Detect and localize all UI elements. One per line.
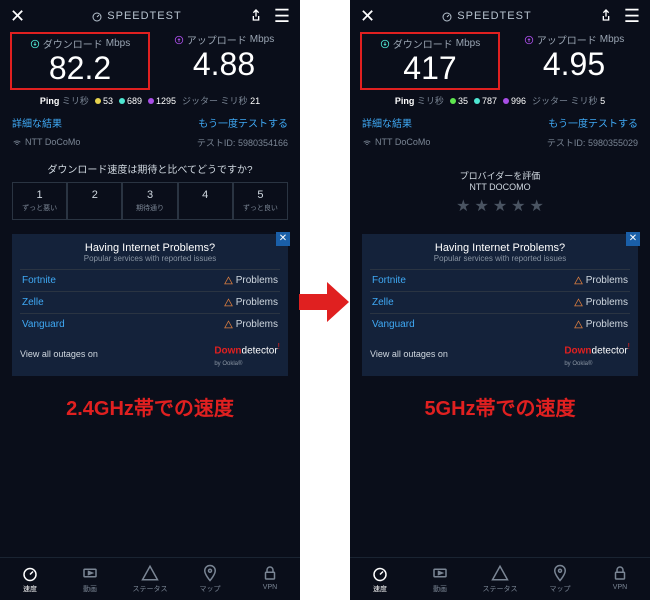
isp-row: NTT DoCoMo テストID: 5980355029: [350, 134, 650, 155]
ad-service-row[interactable]: Fortnite Problems: [20, 269, 280, 291]
ad-service-row[interactable]: Fortnite Problems: [370, 269, 630, 291]
provider-eval-label: プロバイダーを評価 NTT DOCOMO: [350, 169, 650, 192]
links-row: 詳細な結果 もう一度テストする: [0, 111, 300, 134]
ad-service-row[interactable]: Vanguard Problems: [370, 313, 630, 335]
ad-subtitle: Popular services with reported issues: [20, 254, 280, 263]
links-row: 詳細な結果 もう一度テストする: [350, 111, 650, 134]
topbar: ✕ SPEEDTEST ☰: [350, 0, 650, 32]
download-result: ダウンロード Mbps 417: [360, 32, 500, 90]
star-icon: ★: [474, 196, 488, 216]
share-icon[interactable]: [248, 8, 264, 24]
detail-link[interactable]: 詳細な結果: [12, 115, 62, 130]
ping-row: Ping ミリ秒 35 787 996 ジッター ミリ秒 5: [350, 90, 650, 111]
download-value: 417: [364, 51, 496, 86]
nav-video[interactable]: 動画: [410, 564, 470, 594]
menu-icon[interactable]: ☰: [274, 6, 290, 27]
survey-question: ダウンロード速度は期待と比べてどうですか?: [0, 161, 300, 176]
downdetector-logo[interactable]: Downdetector!by Ookla®: [564, 341, 630, 367]
bottom-nav: 速度 動画 ステータス マップ VPN: [0, 557, 300, 600]
upload-result: アップロード Mbps 4.95: [508, 32, 640, 90]
downdetector-logo[interactable]: Downdetector!by Ookla®: [214, 341, 280, 367]
ad-service-row[interactable]: Vanguard Problems: [20, 313, 280, 335]
provider-rating: プロバイダーを評価 NTT DOCOMO ★★★★★: [350, 155, 650, 224]
star-icon: ★: [456, 196, 470, 216]
rating-row: 1ずっと悪い 2 3期待通り 4 5ずっと良い: [0, 182, 300, 220]
star-icon: ★: [493, 196, 507, 216]
retest-link[interactable]: もう一度テストする: [548, 115, 638, 130]
upload-result: アップロード Mbps 4.88: [158, 32, 290, 90]
ad-title: Having Internet Problems?: [20, 242, 280, 254]
download-result: ダウンロード Mbps 82.2: [10, 32, 150, 90]
brand-logo: SPEEDTEST: [375, 10, 598, 22]
topbar: ✕ SPEEDTEST ☰: [0, 0, 300, 32]
brand-logo: SPEEDTEST: [25, 10, 248, 22]
panel-caption: 2.4GHz帯での速度: [0, 386, 300, 425]
ad-box: ✕ Having Internet Problems? Popular serv…: [362, 234, 638, 375]
panel-caption: 5GHz帯での速度: [350, 386, 650, 425]
ad-close-icon[interactable]: ✕: [626, 232, 640, 246]
speed-results: ダウンロード Mbps 417 アップロード Mbps 4.95: [350, 32, 650, 90]
nav-vpn[interactable]: VPN: [590, 564, 650, 594]
nav-status[interactable]: ステータス: [120, 564, 180, 594]
star-rating[interactable]: ★★★★★: [350, 192, 650, 220]
ad-service-row[interactable]: Zelle Problems: [370, 291, 630, 313]
rating-4[interactable]: 4: [178, 182, 233, 220]
ad-title: Having Internet Problems?: [370, 242, 630, 254]
nav-map[interactable]: マップ: [530, 564, 590, 594]
rating-5[interactable]: 5ずっと良い: [233, 182, 288, 220]
ad-subtitle: Popular services with reported issues: [370, 254, 630, 263]
menu-icon[interactable]: ☰: [624, 6, 640, 27]
ad-box: ✕ Having Internet Problems? Popular serv…: [12, 234, 288, 375]
nav-speed[interactable]: 速度: [0, 564, 60, 594]
survey: ダウンロード速度は期待と比べてどうですか? 1ずっと悪い 2 3期待通り 4 5…: [0, 155, 300, 224]
share-icon[interactable]: [598, 8, 614, 24]
nav-speed[interactable]: 速度: [350, 564, 410, 594]
close-icon[interactable]: ✕: [10, 6, 25, 27]
download-value: 82.2: [14, 51, 146, 86]
ping-row: Ping ミリ秒 53 689 1295 ジッター ミリ秒 21: [0, 90, 300, 111]
detail-link[interactable]: 詳細な結果: [362, 115, 412, 130]
speedtest-panel-2_4ghz: ✕ SPEEDTEST ☰ ダウンロード Mbps 82.2: [0, 0, 300, 600]
speedtest-panel-5ghz: ✕ SPEEDTEST ☰ ダウンロード Mbps 417: [350, 0, 650, 600]
ad-close-icon[interactable]: ✕: [276, 232, 290, 246]
rating-1[interactable]: 1ずっと悪い: [12, 182, 67, 220]
bottom-nav: 速度 動画 ステータス マップ VPN: [350, 557, 650, 600]
upload-value: 4.88: [158, 47, 290, 82]
comparison-arrow-icon: [298, 280, 350, 324]
rating-3[interactable]: 3期待通り: [122, 182, 177, 220]
nav-vpn[interactable]: VPN: [240, 564, 300, 594]
isp-row: NTT DoCoMo テストID: 5980354166: [0, 134, 300, 155]
ad-service-row[interactable]: Zelle Problems: [20, 291, 280, 313]
speed-results: ダウンロード Mbps 82.2 アップロード Mbps 4.88: [0, 32, 300, 90]
star-icon: ★: [511, 196, 525, 216]
star-icon: ★: [530, 196, 544, 216]
upload-value: 4.95: [508, 47, 640, 82]
nav-video[interactable]: 動画: [60, 564, 120, 594]
retest-link[interactable]: もう一度テストする: [198, 115, 288, 130]
rating-2[interactable]: 2: [67, 182, 122, 220]
nav-map[interactable]: マップ: [180, 564, 240, 594]
nav-status[interactable]: ステータス: [470, 564, 530, 594]
close-icon[interactable]: ✕: [360, 6, 375, 27]
